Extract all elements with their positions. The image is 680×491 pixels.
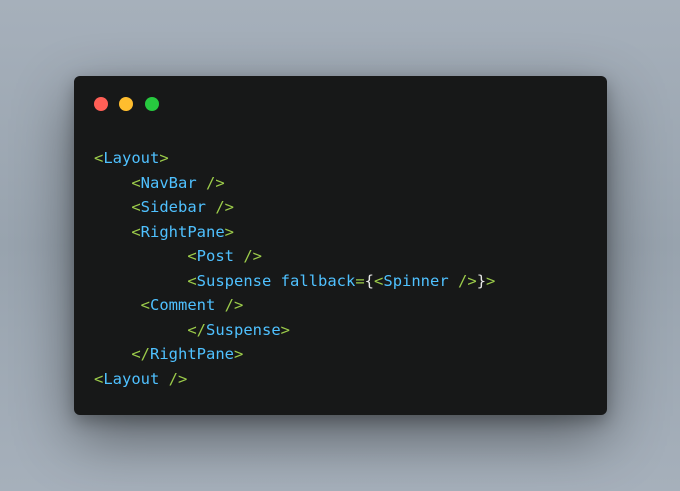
code-line: <Layout /> — [94, 369, 188, 388]
close-window-button[interactable] — [94, 97, 108, 111]
code-block: <Layout> <NavBar /> <Sidebar /> <RightPa… — [94, 146, 495, 391]
code-line: </Suspense> — [187, 320, 290, 339]
maximize-window-button[interactable] — [145, 97, 159, 111]
code-line: <Post /> — [187, 247, 262, 265]
code-line: </RightPane> — [131, 345, 244, 363]
code-line: <RightPane> — [131, 222, 235, 241]
code-line: <Sidebar /> — [131, 198, 234, 216]
code-line: <Comment /> — [140, 296, 244, 314]
code-line: <NavBar /> — [131, 173, 225, 192]
code-line: <Suspense fallback={<Spinner />}> — [187, 271, 496, 290]
minimize-window-button[interactable] — [119, 97, 133, 111]
code-line: <Layout> — [94, 149, 169, 167]
code-window: <Layout> <NavBar /> <Sidebar /> <RightPa… — [74, 76, 607, 415]
